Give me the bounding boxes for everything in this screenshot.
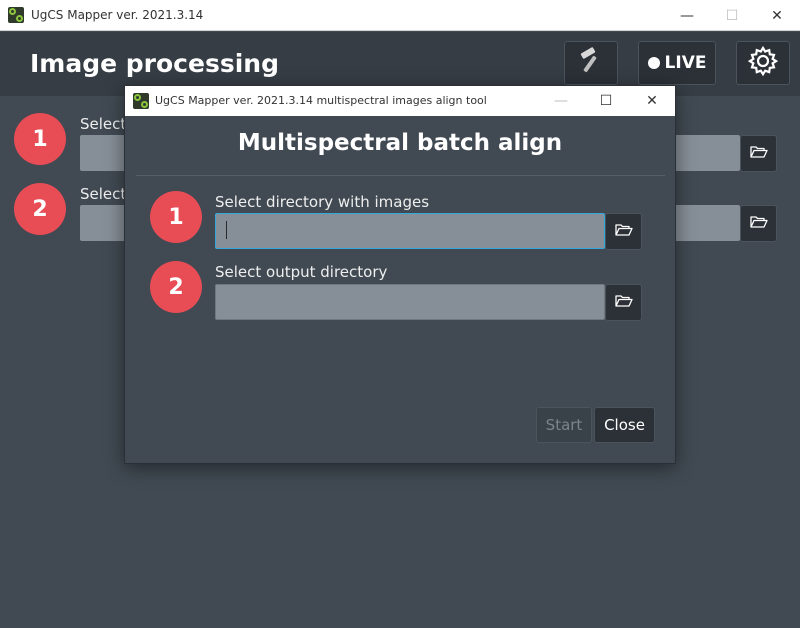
bg-step-badge-2: 2 (14, 183, 66, 235)
hammer-icon (576, 46, 606, 80)
step-badge-2: 2 (150, 261, 202, 313)
maximize-button[interactable]: ☐ (709, 0, 755, 31)
text-caret (226, 221, 227, 239)
main-window-titlebar: UgCS Mapper ver. 2021.3.14 — ☐ ✕ (0, 0, 800, 31)
start-button[interactable]: Start (536, 407, 592, 443)
tools-button[interactable] (564, 41, 618, 85)
browse-input-directory-button[interactable] (605, 213, 642, 250)
dialog-window-title: UgCS Mapper ver. 2021.3.14 multispectral… (155, 94, 487, 107)
dialog-heading: Multispectral batch align (237, 130, 563, 156)
close-window-button[interactable]: ✕ (754, 0, 800, 31)
folder-open-icon (749, 144, 768, 163)
dialog-minimize-button[interactable]: — (538, 86, 584, 116)
dialog-divider (136, 175, 665, 176)
dialog-titlebar: UgCS Mapper ver. 2021.3.14 multispectral… (125, 86, 675, 116)
minimize-button[interactable]: — (664, 0, 710, 31)
folder-open-icon (614, 293, 633, 312)
align-tool-dialog: UgCS Mapper ver. 2021.3.14 multispectral… (124, 85, 676, 464)
bg-row-label-2: Select (80, 185, 127, 203)
output-directory-label: Select output directory (215, 263, 388, 281)
bg-browse-button-2[interactable] (740, 205, 777, 242)
bg-browse-button-1[interactable] (740, 135, 777, 172)
settings-button[interactable] (736, 41, 790, 85)
live-button[interactable]: LIVE (638, 41, 716, 85)
live-label: LIVE (664, 53, 707, 73)
page-title: Image processing (30, 49, 279, 78)
bg-step-badge-1: 1 (14, 113, 66, 165)
output-directory-field[interactable] (215, 284, 605, 320)
bg-row-label-1: Select (80, 115, 127, 133)
app-logo-icon (8, 7, 24, 23)
folder-open-icon (749, 214, 768, 233)
gear-icon (747, 45, 779, 81)
app-logo-icon (133, 93, 149, 109)
step-badge-1: 1 (150, 191, 202, 243)
input-directory-label: Select directory with images (215, 193, 430, 211)
browse-output-directory-button[interactable] (605, 284, 642, 321)
dialog-close-window-button[interactable]: ✕ (629, 86, 675, 116)
input-directory-field[interactable] (215, 213, 605, 249)
main-window-title: UgCS Mapper ver. 2021.3.14 (31, 8, 204, 22)
close-button[interactable]: Close (594, 407, 655, 443)
live-dot-icon (647, 57, 660, 69)
folder-open-icon (614, 222, 633, 241)
dialog-maximize-button[interactable]: ☐ (583, 86, 629, 116)
